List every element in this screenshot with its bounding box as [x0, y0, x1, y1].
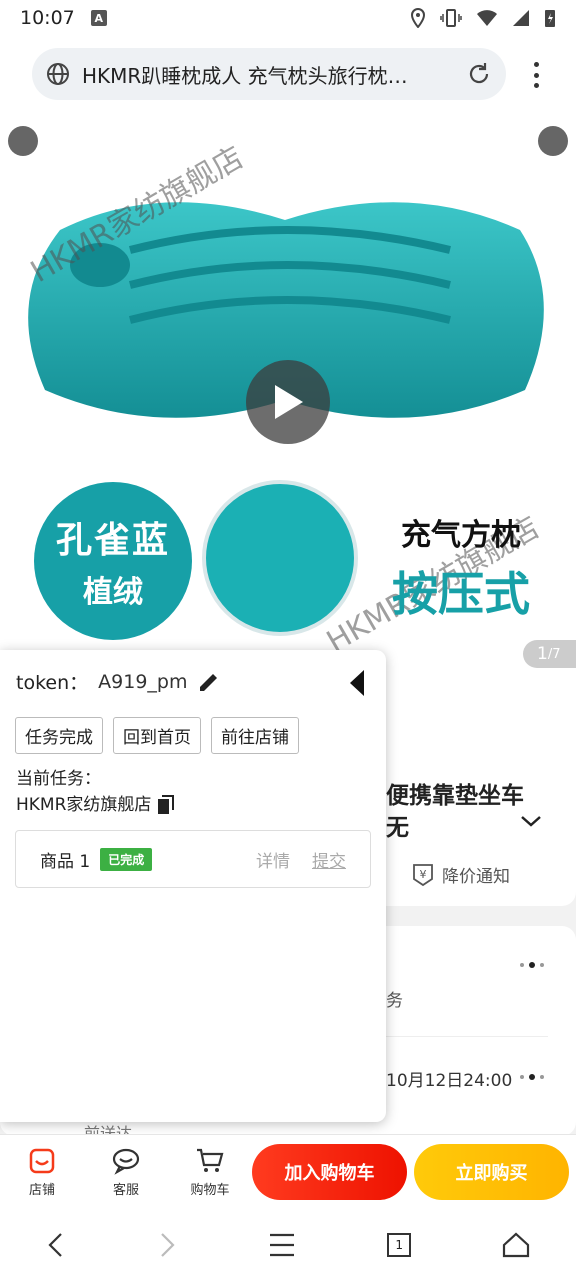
status-bar: 10:07 A — [0, 0, 576, 36]
feature-line2: 按压式 — [392, 567, 530, 621]
system-nav-bar: 1 — [0, 1210, 576, 1280]
current-task-label: 当前任务： — [16, 769, 101, 789]
add-to-cart-button[interactable]: 加入购物车 — [252, 1144, 407, 1200]
back-home-button[interactable]: 回到首页 — [113, 717, 201, 754]
tabs-count-icon[interactable]: 1 — [387, 1233, 412, 1257]
more-dots-icon[interactable] — [520, 962, 544, 968]
feature-text: 充气方枕 按压式 — [392, 510, 530, 624]
more-circle-icon[interactable] — [538, 126, 568, 156]
menu-icon[interactable] — [268, 1232, 296, 1258]
play-video-button[interactable] — [246, 360, 330, 444]
price-alert-button[interactable]: ¥ 降价通知 — [412, 862, 510, 887]
battery-icon — [545, 10, 555, 27]
browser-toolbar: HKMR趴睡枕成人 充气枕头旅行枕… — [0, 36, 576, 110]
tab-cart[interactable]: 购物车 — [168, 1147, 252, 1198]
task-complete-button[interactable]: 任务完成 — [15, 717, 103, 754]
page-title: HKMR趴睡枕成人 充气枕头旅行枕… — [82, 63, 408, 88]
copy-icon[interactable] — [157, 795, 175, 815]
tab-service[interactable]: 客服 — [84, 1147, 168, 1198]
chat-icon — [112, 1148, 140, 1175]
go-to-shop-button[interactable]: 前往店铺 — [211, 717, 299, 754]
product-gallery[interactable]: HKMR家纺旗舰店 HKMR家纺旗舰店 孔雀蓝 植绒 充气方枕 按压式 1/7 — [0, 110, 576, 670]
svg-text:¥: ¥ — [420, 868, 427, 881]
signal-icon — [513, 10, 529, 26]
token-value: A919_pm — [98, 670, 188, 693]
token-row: token： A919_pm — [16, 668, 221, 695]
home-icon[interactable] — [502, 1232, 530, 1258]
bottom-action-bar: 店铺 客服 购物车 加入购物车 立即购买 — [0, 1134, 576, 1210]
more-dots-icon[interactable] — [520, 1074, 544, 1080]
current-task: 当前任务： HKMR家纺旗舰店 — [16, 766, 175, 818]
task-buttons: 任务完成 回到首页 前往店铺 — [15, 717, 299, 754]
detail-link[interactable]: 详情 — [256, 847, 290, 872]
status-time: 10:07 — [20, 7, 75, 29]
edit-icon[interactable] — [197, 670, 221, 694]
badge-line2: 植绒 — [83, 575, 143, 610]
feature-line1: 充气方枕 — [401, 518, 521, 553]
collapse-panel-icon[interactable] — [348, 668, 366, 698]
back-icon[interactable] — [46, 1231, 66, 1259]
shop-name: HKMR家纺旗舰店 — [16, 795, 152, 815]
more-menu-icon[interactable] — [528, 62, 544, 88]
price-tag-icon: ¥ — [413, 863, 433, 886]
service-text: 务 — [386, 991, 403, 1011]
wifi-icon — [477, 10, 497, 26]
reload-icon[interactable] — [466, 61, 492, 87]
goods-item: 商品 1 已完成 详情 提交 — [15, 830, 371, 888]
location-icon — [410, 8, 426, 28]
buy-now-button[interactable]: 立即购买 — [414, 1144, 569, 1200]
color-badge: 孔雀蓝 植绒 — [34, 482, 192, 640]
chevron-down-icon[interactable] — [520, 814, 542, 828]
submit-link[interactable]: 提交 — [312, 847, 346, 872]
goods-label: 商品 1 — [40, 851, 91, 872]
token-label: token： — [16, 672, 89, 694]
shop-icon — [29, 1148, 55, 1174]
delivery-time: 10月12日24:00 — [386, 1071, 513, 1091]
address-bar[interactable]: HKMR趴睡枕成人 充气枕头旅行枕… — [32, 48, 506, 100]
image-counter: 1/7 — [523, 640, 576, 668]
task-panel: token： A919_pm 任务完成 回到首页 前往店铺 当前任务： HKMR… — [0, 650, 386, 1122]
tab-shop[interactable]: 店铺 — [0, 1147, 84, 1198]
badge-line1: 孔雀蓝 — [55, 520, 170, 561]
cart-icon — [197, 1148, 224, 1172]
product-title: 便携靠垫坐车 无 — [386, 783, 524, 841]
globe-icon — [47, 63, 69, 85]
notification-icon: A — [90, 10, 107, 26]
vibrate-icon — [440, 9, 462, 27]
back-circle-icon[interactable] — [8, 126, 38, 156]
play-icon — [275, 385, 303, 419]
forward-icon[interactable] — [157, 1231, 177, 1259]
valve-photo — [202, 480, 358, 636]
status-badge: 已完成 — [100, 847, 153, 871]
divider — [386, 1036, 548, 1037]
